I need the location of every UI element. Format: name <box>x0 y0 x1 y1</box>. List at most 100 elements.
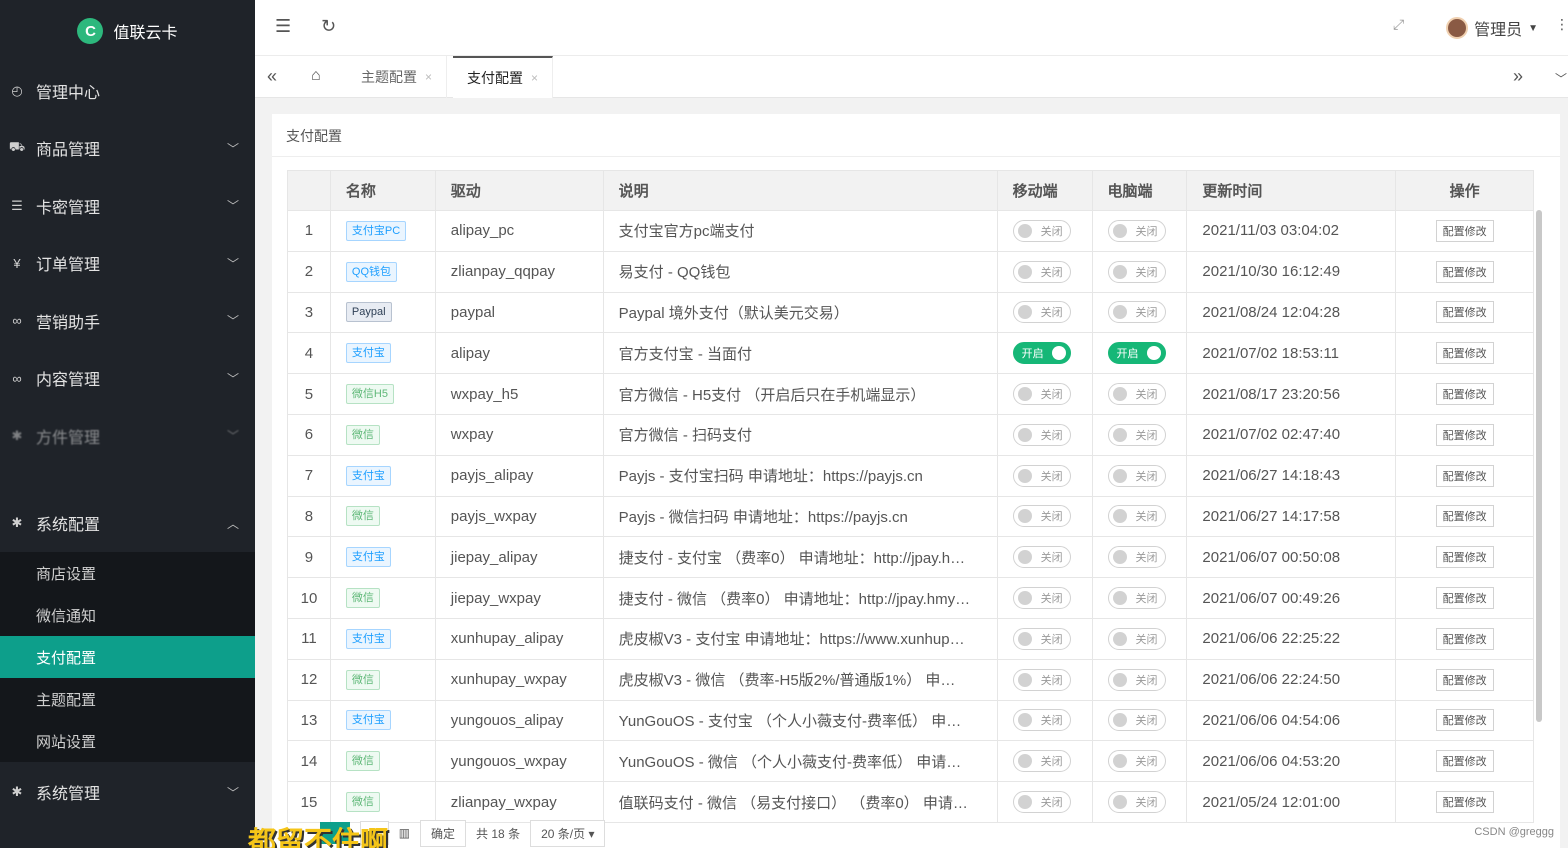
mobile-toggle[interactable]: 关闭 <box>1012 750 1071 773</box>
edit-config-button[interactable]: 配置修改 <box>1435 791 1494 814</box>
link-icon: ∞ <box>12 370 22 386</box>
pc-toggle[interactable]: 关闭 <box>1107 260 1166 283</box>
driver-cell: alipay_pc <box>434 210 604 252</box>
sidebar-item[interactable]: ☰ 卡密管理 ﹀ <box>0 177 255 235</box>
description-cell: 虎皮椒V3 - 微信 （费率-H5版2%/普通版1%） 申… <box>602 658 998 701</box>
sidebar-item[interactable]: ∞ 内容管理 ﹀ <box>0 350 255 408</box>
edit-config-button[interactable]: 配置修改 <box>1435 219 1494 242</box>
page-size-select[interactable]: 20 条/页 ▾ <box>530 819 606 847</box>
pc-toggle[interactable]: 关闭 <box>1107 587 1166 610</box>
chevron-down-icon: ﹀ <box>226 141 239 156</box>
description-cell: Payjs - 微信扫码 申请地址：https://payjs.cn <box>602 495 998 538</box>
refresh-icon[interactable]: ↻ <box>321 16 336 37</box>
edit-config-button[interactable]: 配置修改 <box>1435 464 1494 487</box>
close-icon[interactable]: × <box>531 71 538 85</box>
name-cell: 微信 <box>329 577 436 619</box>
pc-toggle[interactable]: 关闭 <box>1107 301 1166 324</box>
fullscreen-icon[interactable]: ⤢ <box>1393 16 1404 33</box>
updated-cell: 2021/07/02 18:53:11 <box>1186 332 1397 375</box>
sidebar-item-label: 系统配置 <box>36 517 101 535</box>
edit-config-button[interactable]: 配置修改 <box>1435 750 1494 773</box>
tab-prev-icon[interactable]: « <box>267 66 277 87</box>
pc-toggle[interactable]: 关闭 <box>1107 219 1166 242</box>
sidebar-item[interactable]: ✱ 方件管理 ﹀ <box>0 407 255 465</box>
pc-toggle[interactable]: 关闭 <box>1107 383 1166 406</box>
row-index: 5 <box>287 373 331 415</box>
sidebar-item[interactable]: ¥ 订单管理 ﹀ <box>0 235 255 293</box>
admin-menu[interactable]: 管理员 ▼ <box>1446 16 1538 40</box>
pc-toggle[interactable]: 关闭 <box>1107 546 1166 569</box>
mobile-toggle[interactable]: 关闭 <box>1012 546 1071 569</box>
row-index: 6 <box>287 413 331 456</box>
avatar <box>1446 17 1469 39</box>
pc-toggle[interactable]: 关闭 <box>1107 709 1166 732</box>
more-icon[interactable]: ⋮ <box>1555 16 1568 33</box>
mobile-toggle[interactable]: 关闭 <box>1012 383 1071 406</box>
mobile-toggle[interactable]: 关闭 <box>1012 505 1071 528</box>
brand[interactable]: C 值联云卡 <box>0 0 255 62</box>
edit-config-button[interactable]: 配置修改 <box>1435 546 1494 569</box>
mobile-toggle[interactable]: 关闭 <box>1012 709 1071 732</box>
tab-next-icon[interactable]: » <box>1513 66 1523 87</box>
edit-config-button[interactable]: 配置修改 <box>1435 423 1494 446</box>
edit-config-button[interactable]: 配置修改 <box>1435 301 1494 324</box>
pc-toggle[interactable]: 关闭 <box>1107 505 1166 528</box>
sidebar-item-system-config[interactable]: ✱ 系统配置 ︿ <box>0 495 255 553</box>
sidebar-subitem[interactable]: 主题配置 <box>0 678 255 720</box>
mobile-toggle[interactable]: 关闭 <box>1012 587 1071 610</box>
pc-toggle[interactable]: 关闭 <box>1107 627 1166 650</box>
sidebar-subitem[interactable]: 微信通知 <box>0 594 255 636</box>
close-icon[interactable]: × <box>425 70 432 84</box>
edit-config-button[interactable]: 配置修改 <box>1435 260 1494 283</box>
sidebar-item-system-manage[interactable]: ✱ 系统管理 ﹀ <box>0 762 255 822</box>
mobile-toggle[interactable]: 关闭 <box>1012 301 1071 324</box>
total-count: 共 18 条 <box>476 826 521 841</box>
mobile-toggle[interactable]: 关闭 <box>1012 219 1071 242</box>
row-index: 8 <box>287 495 331 538</box>
edit-config-button[interactable]: 配置修改 <box>1435 505 1494 528</box>
mobile-cell: 关闭 <box>996 617 1093 660</box>
sidebar-subitem[interactable]: 支付配置 <box>0 636 255 678</box>
sidebar-item[interactable]: ◴ 管理中心 <box>0 62 255 120</box>
edit-config-button[interactable]: 配置修改 <box>1435 709 1494 732</box>
pc-toggle[interactable]: 开启 <box>1107 342 1166 365</box>
menu-fold-icon[interactable]: ☰ <box>275 16 291 37</box>
name-cell: 微信 <box>329 658 436 701</box>
pc-toggle[interactable]: 关闭 <box>1107 791 1166 814</box>
edit-config-button[interactable]: 配置修改 <box>1435 668 1494 691</box>
sidebar-item[interactable]: ⛟ 商品管理 ﹀ <box>0 120 255 178</box>
tab-payment-config[interactable]: 支付配置 × <box>453 56 554 98</box>
pc-toggle[interactable]: 关闭 <box>1107 464 1166 487</box>
edit-config-button[interactable]: 配置修改 <box>1435 383 1494 406</box>
name-cell: 支付宝 <box>329 454 436 497</box>
updated-cell: 2021/11/03 03:04:02 <box>1186 210 1397 252</box>
home-icon[interactable]: ⌂ <box>311 67 321 85</box>
edit-config-button[interactable]: 配置修改 <box>1435 627 1494 650</box>
pc-toggle[interactable]: 关闭 <box>1107 750 1166 773</box>
sidebar-item[interactable]: ∞ 营销助手 ﹀ <box>0 292 255 350</box>
mobile-toggle[interactable]: 关闭 <box>1012 791 1071 814</box>
mobile-toggle[interactable]: 关闭 <box>1012 423 1071 446</box>
tab-dropdown-icon[interactable]: ﹀ <box>1555 70 1567 87</box>
page-title: 支付配置 <box>286 128 342 144</box>
scrollbar[interactable] <box>1536 210 1542 722</box>
actions-cell: 配置修改 <box>1395 658 1534 701</box>
edit-config-button[interactable]: 配置修改 <box>1435 587 1494 610</box>
mobile-toggle[interactable]: 关闭 <box>1012 260 1071 283</box>
mobile-cell: 关闭 <box>996 536 1093 579</box>
mobile-toggle[interactable]: 关闭 <box>1012 464 1071 487</box>
sidebar-subitem[interactable]: 商店设置 <box>0 552 255 594</box>
mobile-toggle[interactable]: 关闭 <box>1012 627 1071 650</box>
pc-toggle[interactable]: 关闭 <box>1107 423 1166 446</box>
edit-config-button[interactable]: 配置修改 <box>1435 342 1494 365</box>
caret-down-icon: ▼ <box>1528 22 1538 34</box>
confirm-button[interactable]: 确定 <box>420 819 467 847</box>
pc-cell: 关闭 <box>1091 291 1188 334</box>
pc-toggle[interactable]: 关闭 <box>1107 668 1166 691</box>
mobile-toggle[interactable]: 关闭 <box>1012 668 1071 691</box>
name-badge: 支付宝 <box>345 710 391 731</box>
tab-theme-config[interactable]: 主题配置 × <box>347 56 448 98</box>
sidebar-subitem[interactable]: 网站设置 <box>0 720 255 762</box>
mobile-toggle[interactable]: 开启 <box>1012 342 1071 365</box>
pc-cell: 关闭 <box>1091 577 1188 619</box>
